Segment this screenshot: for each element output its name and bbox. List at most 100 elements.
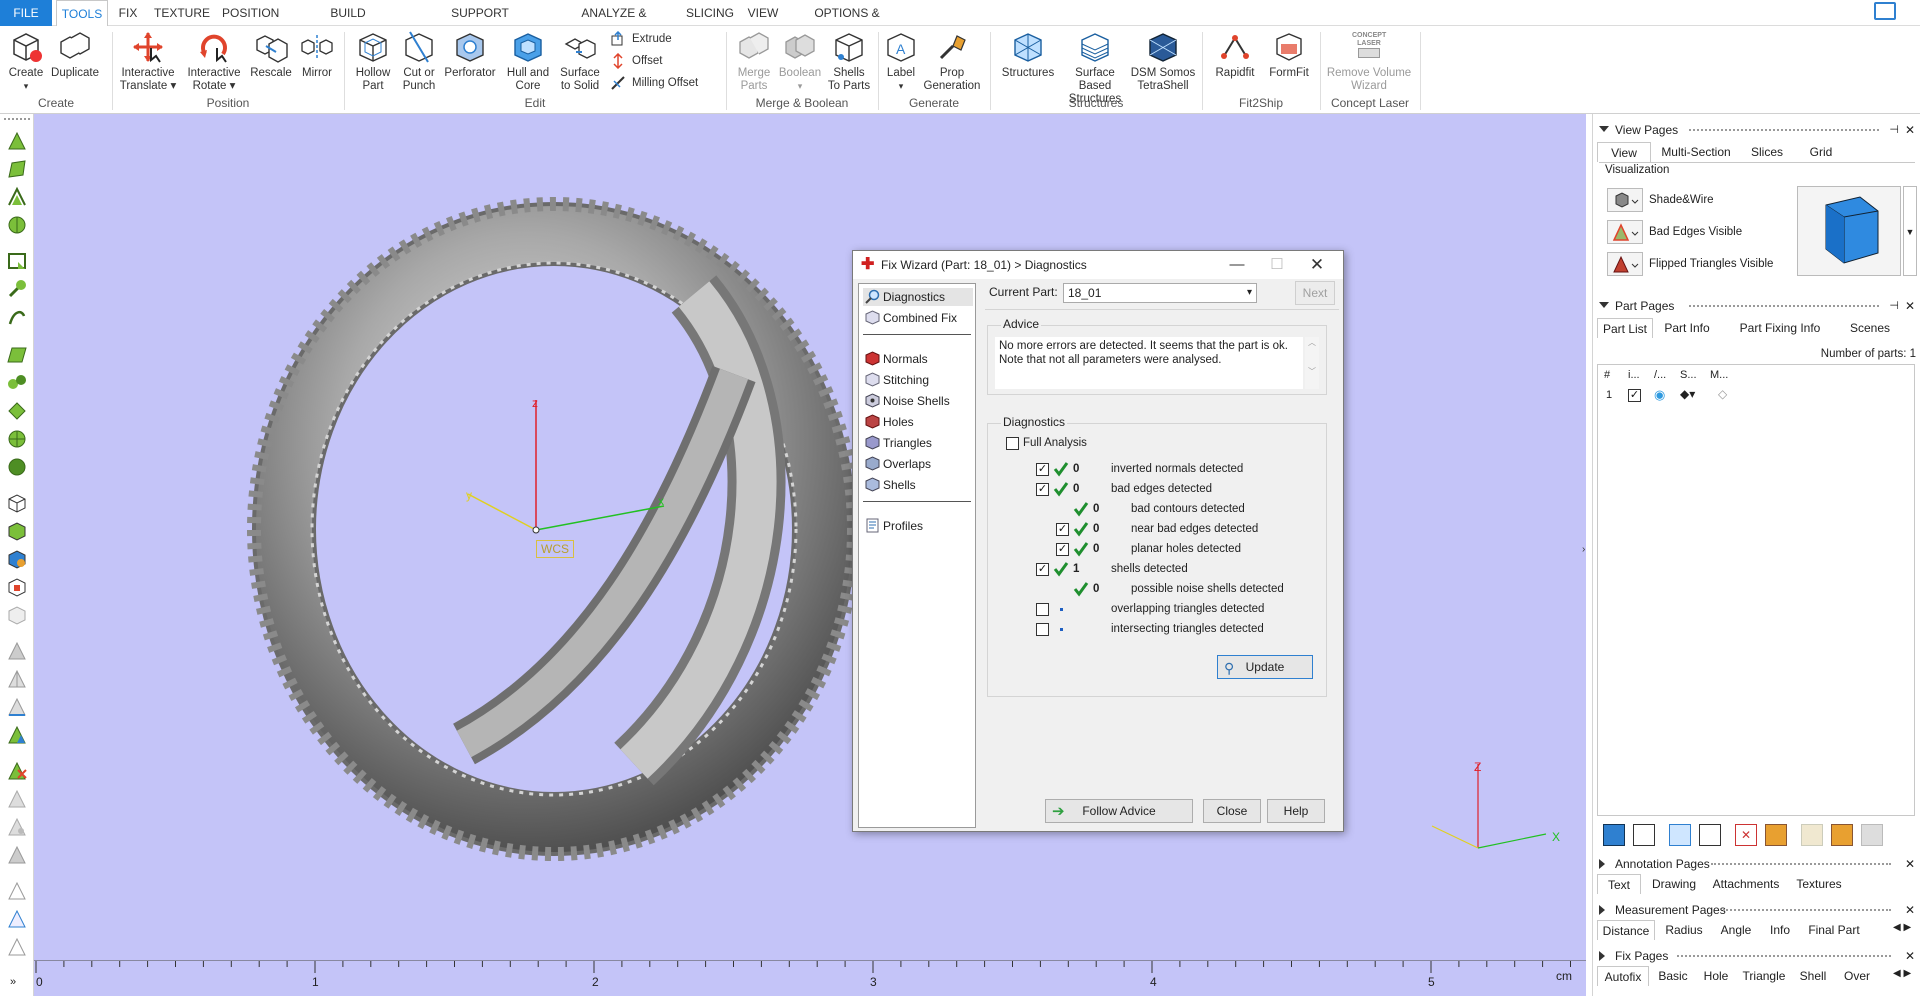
hull-and-core-button[interactable]: Hull and Core	[502, 30, 554, 93]
tab-shell[interactable]: Shell	[1795, 966, 1831, 986]
interactive-translate-button[interactable]: Interactive Translate ▾	[118, 30, 178, 93]
view-dropdown-arrow[interactable]: ▼	[1903, 186, 1917, 276]
menu-build-preparation[interactable]: BUILD PREPARATION	[292, 4, 404, 38]
part-label-icon[interactable]	[1801, 824, 1823, 846]
remove-volume-wizard-button[interactable]: CONCEPT LASER Remove Volume Wizard	[1326, 30, 1412, 93]
close-icon[interactable]: ✕	[1905, 854, 1915, 874]
perforator-button[interactable]: Perforator	[442, 30, 498, 80]
update-button[interactable]: ⚲ Update	[1217, 655, 1313, 679]
overlapping-triangles-checkbox[interactable]	[1036, 603, 1049, 616]
tab-drawing[interactable]: Drawing	[1647, 874, 1701, 894]
eye-icon[interactable]: ◉	[1654, 387, 1665, 403]
flipped-triangles-toggle[interactable]	[1607, 252, 1643, 276]
part-duplicate-icon[interactable]	[1699, 824, 1721, 846]
triangle-wire-icon[interactable]	[6, 908, 28, 930]
nav-diagnostics[interactable]: Diagnostics	[863, 288, 973, 306]
part-delete-icon[interactable]: ✕	[1735, 824, 1757, 846]
cube-red-icon[interactable]	[6, 576, 28, 598]
menu-file[interactable]: FILE	[0, 0, 52, 26]
create-button[interactable]: Create ▾	[6, 30, 46, 93]
menu-view[interactable]: VIEW	[746, 4, 780, 22]
triangle-color-icon[interactable]	[6, 724, 28, 746]
triangle-edge-icon[interactable]	[6, 696, 28, 718]
col-header-index[interactable]: #	[1604, 369, 1610, 381]
part-tag-icon[interactable]	[1831, 824, 1853, 846]
nav-stitching[interactable]: Stitching	[863, 371, 973, 389]
dialog-titlebar[interactable]: ✚ Fix Wizard (Part: 18_01) > Diagnostics…	[853, 251, 1343, 279]
select-noise-icon[interactable]	[6, 400, 28, 422]
annotation-pages-header[interactable]: Annotation Pages ✕	[1593, 854, 1920, 874]
tab-autofix[interactable]: Autofix	[1597, 966, 1649, 986]
select-triangle-icon[interactable]	[6, 130, 28, 152]
intersecting-triangles-checkbox[interactable]	[1036, 623, 1049, 636]
close-button[interactable]: Close	[1203, 799, 1261, 823]
menu-support-generation[interactable]: SUPPORT GENERATION	[418, 4, 542, 38]
tab-angle[interactable]: Angle	[1715, 920, 1757, 940]
tab-scroll-arrows[interactable]: ◀ ▶	[1893, 968, 1911, 979]
tab-textures[interactable]: Textures	[1789, 874, 1849, 894]
nav-noise-shells[interactable]: Noise Shells	[863, 392, 973, 410]
current-part-select[interactable]: 18_01 ▾	[1063, 283, 1257, 303]
nav-shells[interactable]: Shells	[863, 476, 973, 494]
shells-checkbox[interactable]: ✓	[1036, 563, 1049, 576]
part-color-icon[interactable]	[1765, 824, 1787, 846]
part-copy-icon[interactable]	[1669, 824, 1691, 846]
next-button[interactable]: Next	[1295, 281, 1335, 305]
tab-radius[interactable]: Radius	[1661, 920, 1707, 940]
triangle-more-icon[interactable]	[6, 936, 28, 958]
part-pages-header[interactable]: Part Pages ⊣ ✕	[1593, 296, 1920, 316]
inverted-normals-checkbox[interactable]: ✓	[1036, 463, 1049, 476]
tab-grid[interactable]: Grid	[1801, 142, 1841, 162]
menu-analyze-report[interactable]: ANALYZE & REPORT	[558, 4, 670, 38]
follow-advice-button[interactable]: ➔ Follow Advice	[1045, 799, 1193, 823]
hollow-part-button[interactable]: Hollow Part	[350, 30, 396, 93]
tab-scroll-arrows[interactable]: ◀ ▶	[1893, 922, 1911, 933]
rescale-button[interactable]: Rescale	[250, 30, 292, 80]
menu-slicing[interactable]: SLICING	[686, 4, 734, 22]
tab-attachments[interactable]: Attachments	[1709, 874, 1783, 894]
part-more-icon[interactable]	[1861, 824, 1883, 846]
select-plane-icon[interactable]	[6, 344, 28, 366]
triangle-faded-3-icon[interactable]	[6, 844, 28, 866]
cube-green-icon[interactable]	[6, 520, 28, 542]
merge-parts-button[interactable]: Merge Parts	[732, 30, 776, 93]
part-include-checkbox[interactable]: ✓	[1628, 389, 1641, 402]
3d-viewport[interactable]: z x y WCS Z X ›	[34, 114, 1586, 960]
ring-model[interactable]	[34, 114, 1586, 960]
milling-offset-button[interactable]: Milling Offset	[608, 74, 698, 92]
prop-generation-button[interactable]: Prop Generation	[920, 30, 984, 93]
splitter-handle[interactable]: ›	[1582, 544, 1585, 555]
tab-hole[interactable]: Hole	[1699, 966, 1733, 986]
cube-select-icon[interactable]	[6, 492, 28, 514]
boolean-button[interactable]: Boolean ▾	[776, 30, 824, 93]
select-all-icon[interactable]	[6, 428, 28, 450]
bad-edges-toggle[interactable]	[1607, 220, 1643, 244]
view-pages-header[interactable]: View Pages ⊣ ✕	[1593, 120, 1920, 140]
close-icon[interactable]: ✕	[1297, 251, 1337, 279]
view-cube-preview[interactable]	[1797, 186, 1901, 276]
nav-normals[interactable]: Normals	[863, 350, 973, 368]
toolbar-grip[interactable]	[4, 118, 30, 120]
select-rectangle-icon[interactable]	[6, 250, 28, 272]
structures-button[interactable]: Structures	[996, 30, 1060, 80]
col-header-visible[interactable]: /...	[1654, 369, 1666, 381]
tab-info[interactable]: Info	[1763, 920, 1797, 940]
tab-multi-section[interactable]: Multi-Section	[1657, 142, 1735, 162]
tab-slices[interactable]: Slices	[1745, 142, 1789, 162]
fix-pages-header[interactable]: Fix Pages ✕	[1593, 946, 1920, 966]
nav-profiles[interactable]: Profiles	[863, 517, 973, 535]
advice-scrollbar[interactable]: ︿ ﹀	[1305, 337, 1319, 389]
col-header-mode[interactable]: M...	[1710, 369, 1728, 381]
tab-overlap[interactable]: Over	[1837, 966, 1877, 986]
tab-final-part[interactable]: Final Part	[1803, 920, 1865, 940]
tab-part-list[interactable]: Part List	[1597, 318, 1653, 338]
near-bad-edges-checkbox[interactable]: ✓	[1056, 523, 1069, 536]
tab-part-info[interactable]: Part Info	[1659, 318, 1715, 338]
tab-view[interactable]: View	[1597, 142, 1651, 162]
nav-holes[interactable]: Holes	[863, 413, 973, 431]
rapidfit-button[interactable]: Rapidfit	[1208, 30, 1262, 80]
cut-or-punch-button[interactable]: Cut or Punch	[398, 30, 440, 93]
invert-selection-icon[interactable]	[6, 456, 28, 478]
tab-part-fixing-info[interactable]: Part Fixing Info	[1725, 318, 1835, 338]
nav-overlaps[interactable]: Overlaps	[863, 455, 973, 473]
